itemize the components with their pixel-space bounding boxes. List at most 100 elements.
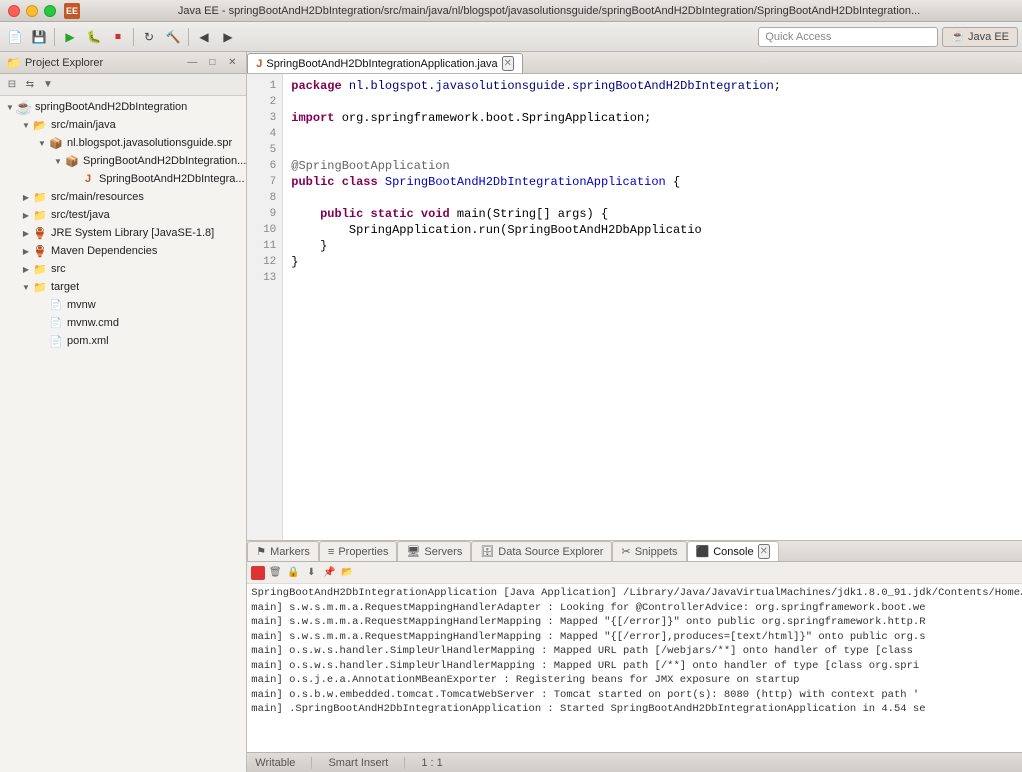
tab-servers[interactable]: 🖥 Servers — [397, 541, 471, 561]
code-line-7: public class SpringBootAndH2DbIntegratio… — [291, 174, 1022, 190]
tree-item-mvnw-cmd[interactable]: 📄 mvnw.cmd — [0, 314, 246, 332]
tree-item-jre[interactable]: ▶ 🏺 JRE System Library [JavaSE-1.8] — [0, 224, 246, 242]
tree-item-src-test[interactable]: ▶ 📁 src/test/java — [0, 206, 246, 224]
toolbar-sep-3 — [188, 28, 189, 46]
tree-item-maven-deps[interactable]: ▶ 🏺 Maven Dependencies — [0, 242, 246, 260]
quick-access-input[interactable]: Quick Access — [758, 27, 938, 47]
editor-tab-main[interactable]: J SpringBootAndH2DbIntegrationApplicatio… — [247, 53, 523, 73]
writable-label: Writable — [255, 757, 295, 769]
panel-minimize-button[interactable]: — — [184, 55, 200, 71]
src-test-arrow: ▶ — [20, 209, 32, 221]
cursor-position-status: 1 : 1 — [421, 757, 442, 769]
src-main-java-arrow: ▼ — [20, 119, 32, 131]
console-header-line: SpringBootAndH2DbIntegrationApplication … — [251, 586, 1022, 601]
markers-icon: ⚑ — [256, 545, 266, 558]
scroll-lock-button[interactable]: 🔒 — [285, 565, 301, 581]
minimize-button[interactable] — [26, 5, 38, 17]
nav-back-button[interactable]: ◀ — [193, 26, 215, 48]
panel-maximize-button[interactable]: □ — [204, 55, 220, 71]
link-with-editor-button[interactable]: ⇆ — [22, 77, 38, 93]
main-toolbar: 📄 💾 ▶ 🐛 ⏹ ↻ 🔨 ◀ ▶ Quick Access ☕ Java EE — [0, 22, 1022, 52]
traffic-lights[interactable] — [8, 5, 56, 17]
code-line-4 — [291, 126, 1022, 142]
tree-item-mvnw[interactable]: 📄 mvnw — [0, 296, 246, 314]
console-line-6: main] o.s.j.e.a.AnnotationMBeanExporter … — [251, 673, 1022, 688]
tree-item-target[interactable]: ▼ 📁 target — [0, 278, 246, 296]
tree-item-src-main-res[interactable]: ▶ 📁 src/main/resources — [0, 188, 246, 206]
mvnw-label: mvnw — [67, 299, 96, 311]
tree-item-src-main-java[interactable]: ▼ 📂 src/main/java — [0, 116, 246, 134]
maven-label: Maven Dependencies — [51, 245, 157, 257]
console-line-2: main] s.w.s.m.m.a.RequestMappingHandlerM… — [251, 615, 1022, 630]
tree-item-package-root[interactable]: ▼ 📦 nl.blogspot.javasolutionsguide.spr — [0, 134, 246, 152]
package-root-label: nl.blogspot.javasolutionsguide.spr — [67, 137, 232, 149]
tab-markers[interactable]: ⚑ Markers — [247, 541, 319, 561]
line-numbers: 1 2 3 4 5 6 7 8 9 10 11 12 13 — [247, 74, 283, 540]
mvnw-cmd-label: mvnw.cmd — [67, 317, 119, 329]
open-file-button[interactable]: 📂 — [339, 565, 355, 581]
maximize-button[interactable] — [44, 5, 56, 17]
collapse-all-button[interactable]: ⊟ — [4, 77, 20, 93]
tree-item-src[interactable]: ▶ 📁 src — [0, 260, 246, 278]
smart-insert-label: Smart Insert — [328, 757, 388, 769]
tab-console[interactable]: ⬛ Console ✕ — [687, 541, 779, 561]
snippets-label: Snippets — [635, 546, 678, 558]
code-editor[interactable]: 1 2 3 4 5 6 7 8 9 10 11 12 13 package nl… — [247, 74, 1022, 540]
debug-button[interactable]: 🐛 — [83, 26, 105, 48]
panel-close-button[interactable]: ✕ — [224, 55, 240, 71]
run-button[interactable]: ▶ — [59, 26, 81, 48]
status-sep-1 — [311, 757, 312, 769]
tree-menu-button[interactable]: ▼ — [40, 77, 56, 93]
console-clear-button[interactable]: 🗑 — [267, 565, 283, 581]
code-line-9: public static void main(String[] args) { — [291, 206, 1022, 222]
project-arrow: ▼ — [4, 101, 16, 113]
datasource-icon: 🗄 — [480, 545, 494, 558]
console-label: Console — [713, 546, 753, 558]
refresh-button[interactable]: ↻ — [138, 26, 160, 48]
pom-label: pom.xml — [67, 335, 109, 347]
tab-snippets[interactable]: ✂ Snippets — [612, 541, 686, 561]
new-button[interactable]: 📄 — [4, 26, 26, 48]
tree-item-project[interactable]: ▼ ☕ springBootAndH2DbIntegration — [0, 98, 246, 116]
stop-button[interactable]: ⏹ — [107, 26, 129, 48]
perspective-button[interactable]: ☕ Java EE — [942, 27, 1018, 47]
stop-process-button[interactable] — [251, 566, 265, 580]
editor-tab-close[interactable]: ✕ — [502, 56, 514, 71]
code-line-10: SpringApplication.run(SpringBootAndH2DbA… — [291, 222, 1022, 238]
target-icon: 📁 — [32, 279, 48, 295]
console-toolbar: 🗑 🔒 ⬇ 📌 📂 — [247, 562, 1022, 584]
writable-status: Writable — [255, 757, 295, 769]
maven-icon: 🏺 — [32, 243, 48, 259]
console-tab-close[interactable]: ✕ — [758, 544, 770, 559]
src-test-icon: 📁 — [32, 207, 48, 223]
line-num-10: 10 — [247, 222, 282, 238]
tree-item-package-sub[interactable]: ▼ 📦 SpringBootAndH2DbIntegration... — [0, 152, 246, 170]
editor-tab-label: SpringBootAndH2DbIntegrationApplication.… — [266, 58, 497, 70]
tab-properties[interactable]: ≡ Properties — [319, 541, 398, 561]
tree-item-main-class[interactable]: J SpringBootAndH2DbIntegra... — [0, 170, 246, 188]
console-line-5: main] o.s.w.s.handler.SimpleUrlHandlerMa… — [251, 659, 1022, 674]
code-content[interactable]: package nl.blogspot.javasolutionsguide.s… — [283, 74, 1022, 540]
properties-label: Properties — [338, 546, 388, 558]
scroll-to-end-button[interactable]: ⬇ — [303, 565, 319, 581]
build-button[interactable]: 🔨 — [162, 26, 184, 48]
line-num-12: 12 — [247, 254, 282, 270]
console-line-8: main] .SpringBootAndH2DbIntegrationAppli… — [251, 702, 1022, 717]
project-tree: ▼ ☕ springBootAndH2DbIntegration ▼ 📂 src… — [0, 96, 246, 772]
code-line-12: } — [291, 254, 1022, 270]
src-res-arrow: ▶ — [20, 191, 32, 203]
snippets-icon: ✂ — [621, 545, 630, 558]
editor-tabs: J SpringBootAndH2DbIntegrationApplicatio… — [247, 52, 1022, 74]
nav-forward-button[interactable]: ▶ — [217, 26, 239, 48]
close-button[interactable] — [8, 5, 20, 17]
project-explorer-panel: 📁 Project Explorer — □ ✕ ⊟ ⇆ ▼ ▼ ☕ sprin… — [0, 52, 247, 772]
src-test-label: src/test/java — [51, 209, 110, 221]
console-line-3: main] s.w.s.m.m.a.RequestMappingHandlerM… — [251, 630, 1022, 645]
tree-item-pom[interactable]: 📄 pom.xml — [0, 332, 246, 350]
mvnw-cmd-icon: 📄 — [48, 315, 64, 331]
console-pin-button[interactable]: 📌 — [321, 565, 337, 581]
project-explorer-toolbar: ⊟ ⇆ ▼ — [0, 74, 246, 96]
tab-datasource[interactable]: 🗄 Data Source Explorer — [471, 541, 612, 561]
console-line-4: main] o.s.w.s.handler.SimpleUrlHandlerMa… — [251, 644, 1022, 659]
save-button[interactable]: 💾 — [28, 26, 50, 48]
